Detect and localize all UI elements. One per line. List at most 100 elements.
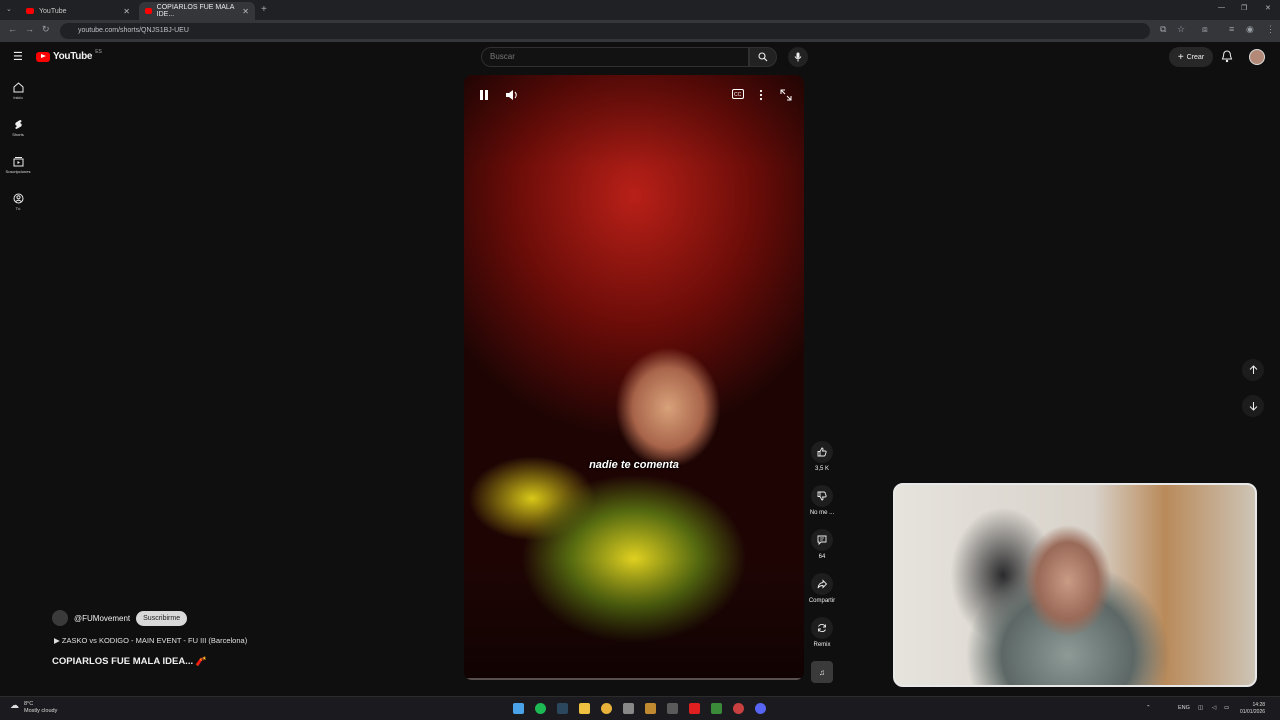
weather-widget[interactable]: ☁ 8°C Mostly cloudy — [10, 701, 57, 715]
app-icon[interactable] — [645, 703, 656, 714]
country-code: ES — [95, 48, 102, 55]
sound-thumbnail-icon: ♫ — [819, 667, 825, 677]
account-avatar[interactable] — [1249, 49, 1265, 65]
comment-count: 64 — [818, 554, 826, 560]
home-icon — [13, 82, 23, 93]
subscribe-button[interactable]: Suscribirme — [136, 610, 188, 626]
channel-name[interactable]: @FUMovement — [74, 614, 130, 623]
new-tab-button[interactable]: + — [261, 4, 267, 15]
reload-icon[interactable]: ↻ — [42, 24, 50, 35]
battery-icon[interactable]: ▭ — [1224, 705, 1229, 711]
plus-icon: + — [1177, 51, 1184, 63]
captions-icon[interactable]: CC — [732, 89, 744, 99]
clock-date: 01/01/2026 — [1240, 709, 1266, 715]
share-icon — [817, 579, 827, 589]
fullscreen-icon[interactable] — [780, 89, 792, 101]
sidebar-item-home[interactable]: Inicio — [0, 82, 36, 100]
comments-button[interactable]: 64 — [806, 529, 838, 560]
volume-icon[interactable] — [505, 89, 519, 101]
sound-button[interactable]: ♫ — [806, 661, 838, 686]
chevron-up-icon[interactable]: ⌃ — [1146, 705, 1151, 711]
logo-text: YouTube — [53, 51, 93, 62]
shorts-video-player[interactable]: CC nadie te comenta — [464, 75, 804, 680]
forward-icon[interactable]: → — [25, 24, 34, 34]
browser-tab-bar: ⌄ YouTube ✕ COPIARLOS FUE MALA IDE... ✕ … — [0, 0, 1280, 20]
previous-short-button[interactable] — [1242, 359, 1264, 381]
remix-button[interactable]: Remix — [806, 617, 838, 648]
close-tab-icon[interactable]: ✕ — [123, 7, 130, 16]
clock-time: 14:28 — [1252, 702, 1266, 708]
tab-youtube[interactable]: YouTube ✕ — [20, 2, 136, 20]
system-clock[interactable]: 14:28 01/01/2026 — [1240, 702, 1265, 716]
voice-search-button[interactable] — [788, 47, 808, 67]
sidebar-item-you[interactable]: Tú — [0, 193, 36, 211]
sidebar-item-label: Tú — [15, 206, 21, 211]
search-input[interactable]: Buscar — [481, 47, 749, 67]
video-caption: nadie te comenta — [589, 459, 679, 471]
profile-icon[interactable]: ◉ — [1246, 24, 1254, 35]
start-icon[interactable] — [513, 703, 524, 714]
shorts-icon — [14, 120, 22, 129]
comment-icon — [817, 535, 827, 545]
restore-window-button[interactable]: ❐ — [1241, 4, 1247, 12]
sidebar-item-label: Suscripciones — [5, 169, 31, 174]
app-icon[interactable] — [755, 703, 766, 714]
dislike-button[interactable]: No me ... — [806, 485, 838, 516]
language-indicator[interactable]: ENG — [1178, 705, 1190, 711]
weather-icon: ☁ — [10, 700, 19, 710]
url-field[interactable]: youtube.com/shorts/QNJS1BJ-UEU — [60, 23, 1150, 39]
weather-condition: Mostly cloudy — [24, 708, 58, 714]
more-options-icon[interactable] — [759, 89, 763, 101]
play-triangle-icon: ▶ — [54, 636, 60, 645]
like-button[interactable]: 3,5 K — [806, 441, 838, 472]
close-window-button[interactable]: ✕ — [1265, 4, 1271, 12]
app-icon[interactable] — [667, 703, 678, 714]
pause-icon[interactable] — [479, 89, 489, 101]
playlist-link[interactable]: ▶ ZASKO vs KODIGO - MAIN EVENT - FU III … — [54, 636, 247, 645]
speaker-icon[interactable]: ◁ — [1212, 705, 1216, 711]
minimize-window-button[interactable]: — — [1218, 4, 1225, 11]
app-icon[interactable] — [733, 703, 744, 714]
chrome-icon[interactable] — [601, 703, 612, 714]
bookmark-star-icon[interactable]: ☆ — [1177, 24, 1185, 35]
open-in-app-icon[interactable]: ⧉ — [1160, 24, 1166, 35]
tab-menu-icon[interactable]: ⌄ — [6, 5, 12, 13]
youtube-logo[interactable]: YouTube ES — [36, 48, 102, 62]
arrow-down-icon — [1249, 402, 1257, 411]
browser-menu-icon[interactable]: ⋮ — [1266, 24, 1275, 35]
extensions-icon[interactable]: ⧈ — [1202, 24, 1208, 35]
channel-avatar[interactable] — [52, 610, 68, 626]
reading-list-icon[interactable]: ≡ — [1229, 24, 1234, 34]
steam-icon[interactable] — [557, 703, 568, 714]
app-icon[interactable] — [623, 703, 634, 714]
channel-info: @FUMovement Suscribirme — [52, 610, 188, 626]
file-explorer-icon[interactable] — [579, 703, 590, 714]
notifications-bell-icon[interactable] — [1221, 50, 1233, 63]
next-short-button[interactable] — [1242, 395, 1264, 417]
sidebar-item-shorts[interactable]: Shorts — [0, 119, 36, 137]
share-button[interactable]: Compartir — [806, 573, 838, 604]
search-button[interactable] — [749, 47, 777, 67]
search-placeholder: Buscar — [490, 52, 515, 61]
tab-label: COPIARLOS FUE MALA IDE... — [156, 4, 235, 18]
spotify-icon[interactable] — [535, 703, 546, 714]
sidebar-item-label: Inicio — [13, 95, 23, 100]
arrow-up-icon — [1249, 365, 1257, 374]
wifi-icon[interactable]: ◫ — [1198, 705, 1203, 711]
youtube-app-icon[interactable] — [689, 703, 700, 714]
microphone-icon — [794, 52, 802, 62]
hamburger-menu-icon[interactable]: ☰ — [13, 50, 23, 63]
youtube-header: ☰ YouTube ES Buscar + Crear — [0, 42, 1280, 72]
remix-icon — [818, 623, 826, 633]
firecracker-emoji: 🧨 — [195, 656, 207, 666]
video-title[interactable]: COPIARLOS FUE MALA IDEA... 🧨 — [52, 656, 207, 667]
back-icon[interactable]: ← — [8, 24, 17, 34]
temperature: 8°C — [24, 701, 34, 707]
create-button[interactable]: + Crear — [1169, 47, 1213, 67]
close-tab-icon[interactable]: ✕ — [242, 7, 249, 16]
app-icon[interactable] — [711, 703, 722, 714]
sidebar-item-subscriptions[interactable]: Suscripciones — [0, 156, 36, 174]
video-progress-bar[interactable] — [464, 678, 804, 680]
tab-label: YouTube — [39, 7, 67, 15]
tab-current-video[interactable]: COPIARLOS FUE MALA IDE... ✕ — [139, 2, 255, 20]
